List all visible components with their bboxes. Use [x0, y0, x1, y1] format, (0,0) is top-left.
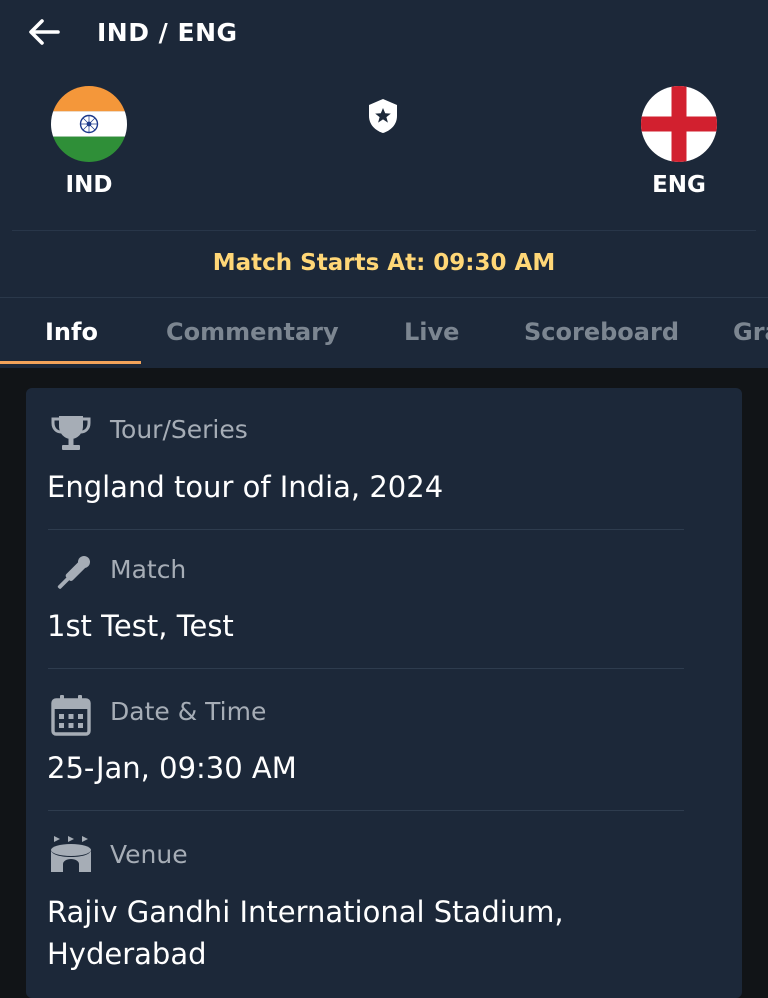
match-header: IND / ENG IND ENG Match Starts At: 09:30… [0, 0, 768, 368]
trophy-icon [51, 416, 91, 450]
datetime-value: 25-Jan, 09:30 AM [47, 751, 297, 785]
tab-info[interactable]: Info [45, 318, 98, 346]
tab-live[interactable]: Live [404, 318, 459, 346]
cricket-bat-icon [57, 556, 90, 589]
series-label: Tour/Series [110, 415, 248, 444]
datetime-label: Date & Time [110, 697, 267, 726]
header-divider [12, 230, 756, 231]
venue-label: Venue [110, 840, 188, 869]
tab-commentary[interactable]: Commentary [166, 318, 339, 346]
match-value: 1st Test, Test [47, 609, 234, 643]
tab-scoreboard[interactable]: Scoreboard [524, 318, 679, 346]
england-flag-icon [641, 86, 717, 162]
venue-value: Rajiv Gandhi International Stadium, Hyde… [47, 895, 564, 971]
info-separator [48, 810, 684, 811]
team-home-code: IND [65, 172, 113, 198]
info-separator [48, 668, 684, 669]
info-separator [48, 529, 684, 530]
match-label: Match [110, 555, 187, 584]
match-start-time: Match Starts At: 09:30 AM [212, 250, 556, 276]
active-tab-indicator [0, 361, 141, 364]
tab-graphs[interactable]: Gra [733, 318, 768, 346]
india-flag-icon [51, 86, 127, 162]
series-value: England tour of India, 2024 [47, 470, 444, 504]
back-arrow-icon[interactable] [26, 16, 62, 48]
calendar-icon [51, 695, 91, 736]
team-away: ENG [641, 86, 717, 198]
team-away-code: ENG [652, 172, 706, 198]
stadium-icon [51, 836, 91, 872]
page-title: IND / ENG [97, 18, 238, 47]
tabs-top-border [0, 297, 768, 298]
team-home: IND [51, 86, 127, 198]
shield-star-icon[interactable] [366, 97, 400, 135]
